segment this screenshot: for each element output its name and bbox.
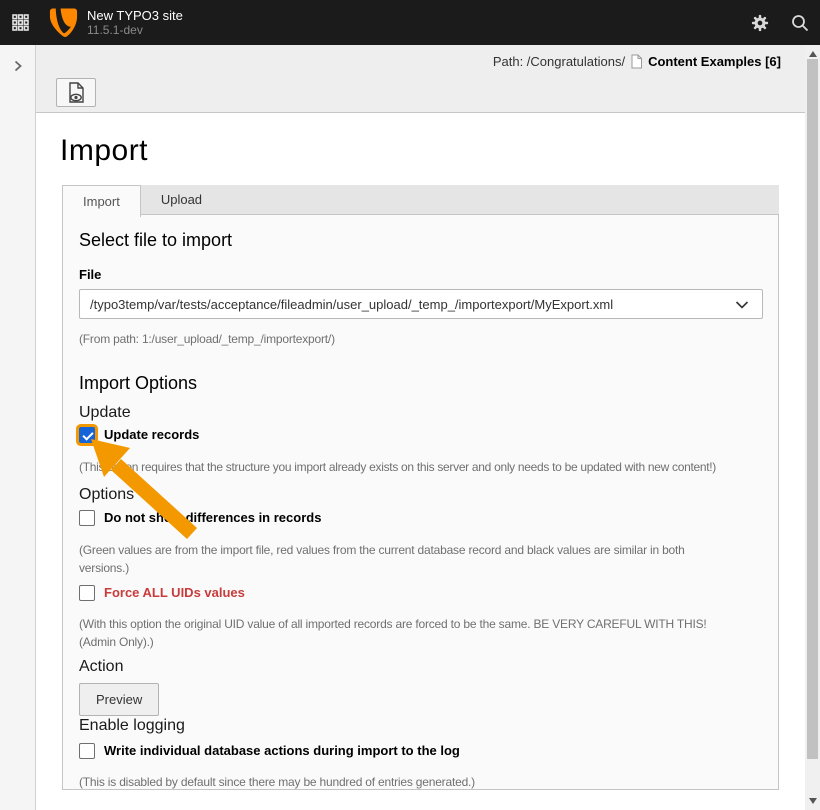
- action-heading: Action: [79, 657, 761, 676]
- diff-checkbox[interactable]: [79, 510, 95, 526]
- tabstrip: Import Upload: [62, 185, 779, 214]
- breadcrumb: Path: /Congratulations/ Content Examples…: [493, 54, 781, 69]
- force-uids-row[interactable]: Force ALL UIDs values: [79, 585, 761, 601]
- scroll-down-button[interactable]: [805, 794, 820, 808]
- diff-row[interactable]: Do not show differences in records: [79, 510, 761, 526]
- settings-button[interactable]: [740, 0, 780, 45]
- force-hint-line2: (Admin Only).): [79, 633, 761, 651]
- triangle-up-icon: [809, 51, 817, 57]
- force-hint-line1: (With this option the original UID value…: [79, 615, 761, 633]
- chevron-right-icon: [12, 59, 24, 73]
- site-info: New TYPO3 site 11.5.1-dev: [87, 8, 183, 37]
- site-version: 11.5.1-dev: [87, 23, 183, 37]
- file-path-hint: (From path: 1:/user_upload/_temp_/import…: [79, 330, 761, 348]
- site-title: New TYPO3 site: [87, 8, 183, 23]
- preview-button[interactable]: Preview: [79, 683, 159, 716]
- search-icon: [791, 14, 809, 32]
- force-uids-hint: (With this option the original UID value…: [79, 615, 761, 651]
- log-row[interactable]: Write individual database actions during…: [79, 743, 761, 759]
- update-records-row[interactable]: Update records: [79, 427, 761, 443]
- log-label[interactable]: Write individual database actions during…: [104, 743, 460, 759]
- breadcrumb-record-title: Content Examples [6]: [648, 54, 781, 69]
- file-select-value: /typo3temp/var/tests/acceptance/fileadmi…: [90, 297, 613, 312]
- view-webpage-button[interactable]: [56, 78, 96, 107]
- page-title: Import: [60, 133, 805, 169]
- update-heading: Update: [79, 403, 761, 422]
- breadcrumb-path: Path: /Congratulations/: [493, 54, 625, 69]
- topbar: New TYPO3 site 11.5.1-dev: [0, 0, 820, 45]
- triangle-down-icon: [809, 798, 817, 804]
- gear-icon: [751, 14, 769, 32]
- file-select[interactable]: /typo3temp/var/tests/acceptance/fileadmi…: [79, 289, 763, 319]
- module-menu-button[interactable]: [0, 0, 40, 45]
- typo3-backend: New TYPO3 site 11.5.1-dev: [0, 0, 820, 810]
- scrollbar-thumb[interactable]: [807, 59, 818, 759]
- log-hint: (This is disabled by default since there…: [79, 773, 761, 790]
- log-checkbox[interactable]: [79, 743, 95, 759]
- module-body: Import Import Upload Select file to impo…: [36, 113, 805, 810]
- typo3-logo-icon: [48, 6, 79, 40]
- force-uids-checkbox[interactable]: [79, 585, 95, 601]
- import-tab-pane: Select file to import File /typo3temp/va…: [62, 214, 779, 790]
- update-records-checkbox[interactable]: [79, 427, 95, 443]
- options-heading: Options: [79, 485, 761, 504]
- tab-import[interactable]: Import: [62, 185, 141, 217]
- brand: New TYPO3 site 11.5.1-dev: [48, 6, 183, 40]
- diff-hint: (Green values are from the import file, …: [79, 541, 761, 577]
- docheader: Path: /Congratulations/ Content Examples…: [36, 45, 805, 113]
- search-button[interactable]: [780, 0, 820, 45]
- diff-hint-line2: versions.): [79, 559, 761, 577]
- update-hint: (This option requires that the structure…: [79, 458, 761, 476]
- logging-heading: Enable logging: [79, 716, 761, 735]
- apps-grid-icon: [12, 14, 29, 31]
- tab-upload[interactable]: Upload: [141, 185, 222, 214]
- pagetree-collapsed-strip: [0, 45, 36, 810]
- page-icon: [630, 54, 643, 69]
- file-field-label: File: [79, 267, 761, 282]
- diff-label[interactable]: Do not show differences in records: [104, 510, 321, 526]
- tabs: Import Upload Select file to import File…: [62, 185, 779, 790]
- diff-hint-line1: (Green values are from the import file, …: [79, 541, 761, 559]
- chevron-down-icon: [735, 301, 749, 309]
- update-records-label[interactable]: Update records: [104, 427, 199, 443]
- force-uids-label[interactable]: Force ALL UIDs values: [104, 585, 245, 601]
- pagetree-expand-button[interactable]: [0, 51, 36, 81]
- vertical-scrollbar: [805, 45, 820, 810]
- options-section-title: Import Options: [79, 372, 761, 394]
- file-section-title: Select file to import: [79, 229, 761, 251]
- document-preview-icon: [67, 82, 86, 103]
